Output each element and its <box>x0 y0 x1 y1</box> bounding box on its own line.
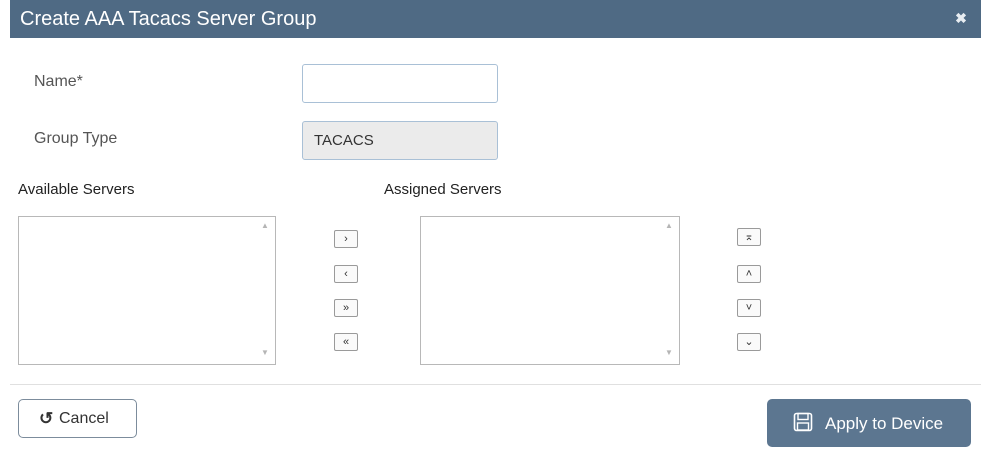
move-all-right-button[interactable]: » <box>334 299 358 317</box>
scroll-up-icon[interactable]: ▲ <box>663 221 675 231</box>
close-icon[interactable]: ✖ <box>953 10 969 26</box>
group-type-label: Group Type <box>34 130 118 147</box>
scroll-down-icon[interactable]: ▼ <box>259 348 271 358</box>
name-input[interactable] <box>302 64 498 103</box>
name-label: Name* <box>34 73 83 90</box>
assigned-servers-list[interactable]: ▲ ▼ <box>420 216 680 365</box>
move-up-button[interactable]: ˄ <box>737 265 761 283</box>
footer-divider <box>10 384 981 385</box>
move-top-button[interactable]: ⌅ <box>737 228 761 246</box>
scroll-up-icon[interactable]: ▲ <box>259 221 271 231</box>
move-right-button[interactable]: › <box>334 230 358 248</box>
move-all-left-button[interactable]: « <box>334 333 358 351</box>
dialog-titlebar: Create AAA Tacacs Server Group ✖ <box>10 0 981 38</box>
cancel-button[interactable]: ↺ Cancel <box>18 399 137 438</box>
dialog-title: Create AAA Tacacs Server Group <box>20 8 317 30</box>
assigned-servers-label: Assigned Servers <box>384 181 502 198</box>
group-type-field: TACACS <box>302 121 498 160</box>
save-icon <box>793 412 813 432</box>
apply-label: Apply to Device <box>825 414 944 433</box>
cancel-label: Cancel <box>59 410 109 427</box>
apply-to-device-button[interactable]: Apply to Device <box>767 399 971 447</box>
available-servers-label: Available Servers <box>18 181 135 198</box>
move-bottom-button[interactable]: ⌄ <box>737 333 761 351</box>
scroll-down-icon[interactable]: ▼ <box>663 348 675 358</box>
move-down-button[interactable]: ˅ <box>737 299 761 317</box>
move-left-button[interactable]: ‹ <box>334 265 358 283</box>
undo-icon: ↺ <box>39 409 54 428</box>
available-servers-list[interactable]: ▲ ▼ <box>18 216 276 365</box>
